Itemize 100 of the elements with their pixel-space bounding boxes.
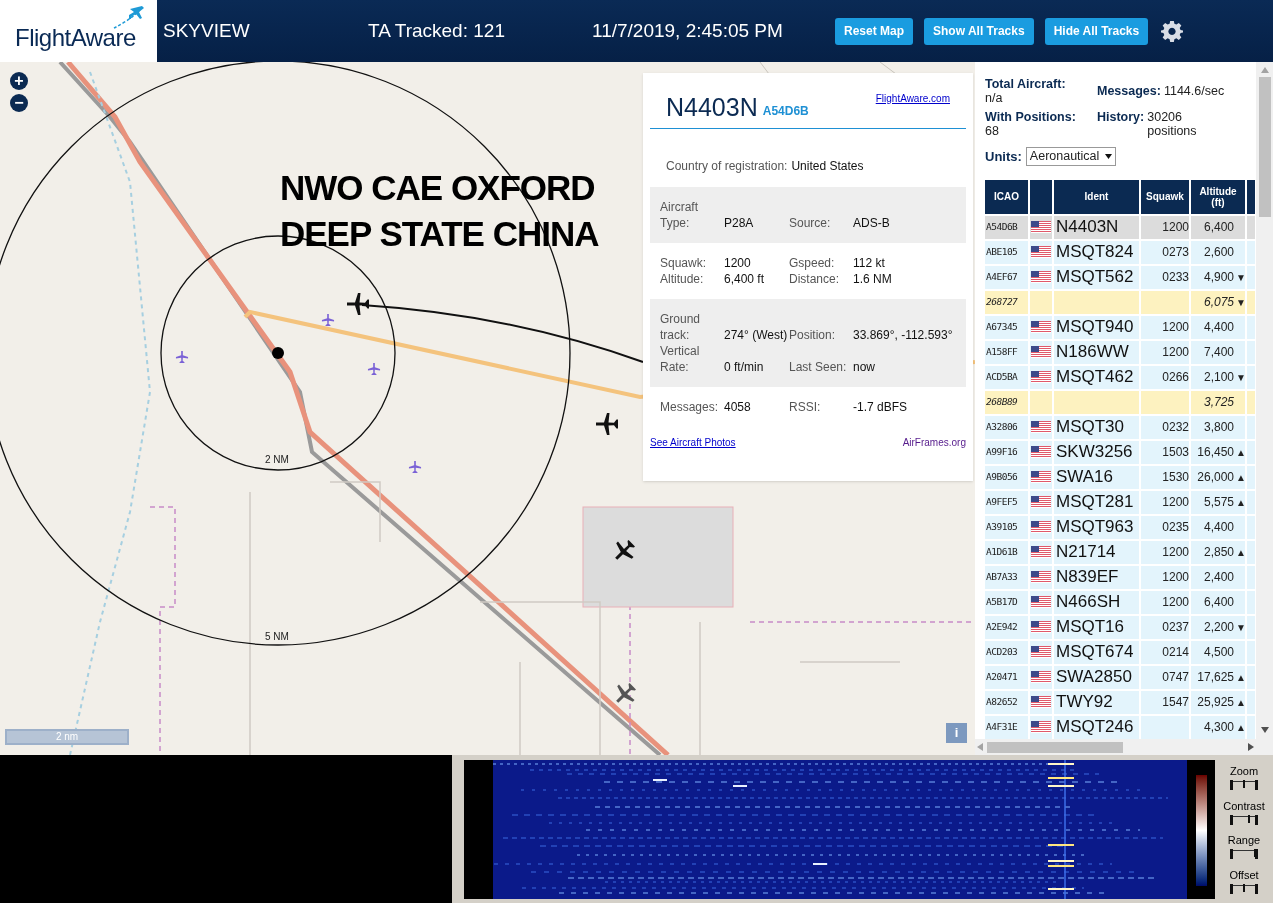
ident-cell: MSQT963 (1054, 515, 1139, 539)
ident-cell: N4403N (1054, 215, 1139, 239)
stat-value: 68 (985, 124, 1000, 138)
icao-cell[interactable]: A5B17D (985, 590, 1028, 614)
icao-cell[interactable]: 268727 (985, 290, 1028, 314)
icao-cell[interactable]: A54D6B (985, 215, 1028, 239)
squawk-cell: 0235 (1141, 515, 1189, 539)
ident-cell: TWY92 (1054, 690, 1139, 714)
units-select[interactable]: Aeronautical (1025, 147, 1117, 167)
scroll-right-icon[interactable] (1248, 743, 1254, 751)
field-label: Altitude: (660, 271, 705, 287)
scale-bar: 2 nm (5, 729, 129, 745)
flightaware-link[interactable]: FlightAware.com (875, 91, 950, 106)
flag-icon (1031, 271, 1051, 283)
vertical-scrollbar[interactable] (1256, 62, 1273, 755)
icao-cell[interactable]: ACD5BA (985, 365, 1028, 389)
column-header[interactable]: Squawk (1141, 179, 1189, 214)
flag-cell (1030, 290, 1052, 314)
field-label: Ground track: (660, 311, 702, 343)
squawk-cell: 1200 (1141, 540, 1189, 564)
squawk-cell: 1530 (1141, 465, 1189, 489)
icao-cell[interactable]: A67345 (985, 315, 1028, 339)
altitude-cell: 6,075 ▼ (1191, 290, 1245, 314)
squawk-cell: 1200 (1141, 315, 1189, 339)
column-header[interactable] (1247, 179, 1255, 214)
field-label: Squawk: (660, 255, 708, 271)
icao-cell[interactable]: AB7A33 (985, 565, 1028, 589)
stat-label: Messages: (1097, 84, 1161, 100)
ident-cell: SKW3256 (1054, 440, 1139, 464)
altitude-cell: 4,300 ▲ (1191, 715, 1245, 739)
control-label: Zoom (1229, 764, 1259, 778)
squawk-cell (1141, 390, 1189, 414)
column-header[interactable]: ICAO (985, 179, 1028, 214)
aircraft-ident: N4403N (666, 95, 758, 120)
icao-cell[interactable]: A4F31E (985, 715, 1028, 739)
field-label: Aircraft Type: (660, 199, 699, 231)
altitude-cell: 6,400 (1191, 215, 1245, 239)
date-time: 11/7/2019, 2:45:05 PM (592, 18, 784, 43)
flag-icon (1031, 696, 1051, 708)
settings-icon[interactable] (1161, 20, 1184, 42)
mini-slider[interactable] (1230, 884, 1258, 895)
squawk-cell: 0232 (1141, 415, 1189, 439)
flag-icon (1031, 321, 1051, 333)
flag-icon (1031, 546, 1051, 558)
squawk-cell: 1200 (1141, 340, 1189, 364)
mini-slider[interactable] (1230, 849, 1258, 860)
icao-cell[interactable]: A9B056 (985, 465, 1028, 489)
flag-icon (1031, 596, 1051, 608)
units-label: Units: (985, 148, 1022, 166)
icao-cell[interactable]: A9FEF5 (985, 490, 1028, 514)
mini-slider[interactable] (1230, 814, 1258, 825)
altitude-cell: 4,900 ▼ (1191, 265, 1245, 289)
field-value: 33.869°, -112.593° (853, 327, 954, 343)
aircraft-icao: A54D6B (762, 103, 809, 120)
squawk-cell: 1200 (1141, 590, 1189, 614)
altitude-cell: 3,800 (1191, 415, 1245, 439)
airframes-link[interactable]: AirFrames.org (902, 435, 966, 450)
ident-cell: MSQT246 (1054, 715, 1139, 739)
icao-cell[interactable]: A39105 (985, 515, 1028, 539)
field-value: 1.6 NM (853, 271, 893, 287)
slider-thumb[interactable] (1248, 814, 1251, 823)
icao-cell[interactable]: A99F16 (985, 440, 1028, 464)
field-label: Position: (789, 327, 837, 343)
altitude-cell: 2,200 ▼ (1191, 615, 1245, 639)
flag-icon (1031, 646, 1051, 658)
icao-cell[interactable]: 268B89 (985, 390, 1028, 414)
ident-cell: N21714 (1054, 540, 1139, 564)
scroll-down-icon[interactable] (1260, 727, 1269, 733)
icao-cell[interactable]: A4EF67 (985, 265, 1028, 289)
column-header[interactable]: Altitude (ft) (1191, 179, 1245, 214)
range-label: 2 NM (265, 453, 289, 467)
flag-icon (1031, 246, 1051, 258)
column-header[interactable]: Ident (1054, 179, 1139, 214)
scrollbar-thumb[interactable] (987, 741, 1123, 753)
icao-cell[interactable]: A1D61B (985, 540, 1028, 564)
flag-icon (1031, 371, 1051, 383)
column-header[interactable] (1030, 179, 1052, 214)
trend-arrow: ▲ (1236, 695, 1245, 710)
horizontal-scrollbar[interactable] (975, 739, 1256, 755)
aircraft-photos-link[interactable]: See Aircraft Photos (650, 435, 736, 450)
ident-cell: MSQT281 (1054, 490, 1139, 514)
icao-cell[interactable]: A158FF (985, 340, 1028, 364)
icao-cell[interactable]: A20471 (985, 665, 1028, 689)
ident-cell: MSQT30 (1054, 415, 1139, 439)
icao-cell[interactable]: A82652 (985, 690, 1028, 714)
squawk-cell: 1547 (1141, 690, 1189, 714)
flag-icon (1031, 621, 1051, 633)
icao-cell[interactable]: A32806 (985, 415, 1028, 439)
trend-arrow: ▲ (1236, 445, 1245, 460)
mini-slider[interactable] (1230, 779, 1258, 790)
icao-cell[interactable]: ABE105 (985, 240, 1028, 264)
ident-cell: MSQT562 (1054, 265, 1139, 289)
icao-cell[interactable]: ACD203 (985, 640, 1028, 664)
flag-icon (1031, 471, 1051, 483)
field-value: 112 kt (853, 255, 886, 271)
scrollbar-thumb[interactable] (1258, 77, 1271, 217)
altitude-cell: 2,850 ▲ (1191, 540, 1245, 564)
icao-cell[interactable]: A2E942 (985, 615, 1028, 639)
trend-arrow: ▲ (1236, 495, 1245, 510)
receiver-marker (272, 347, 284, 359)
